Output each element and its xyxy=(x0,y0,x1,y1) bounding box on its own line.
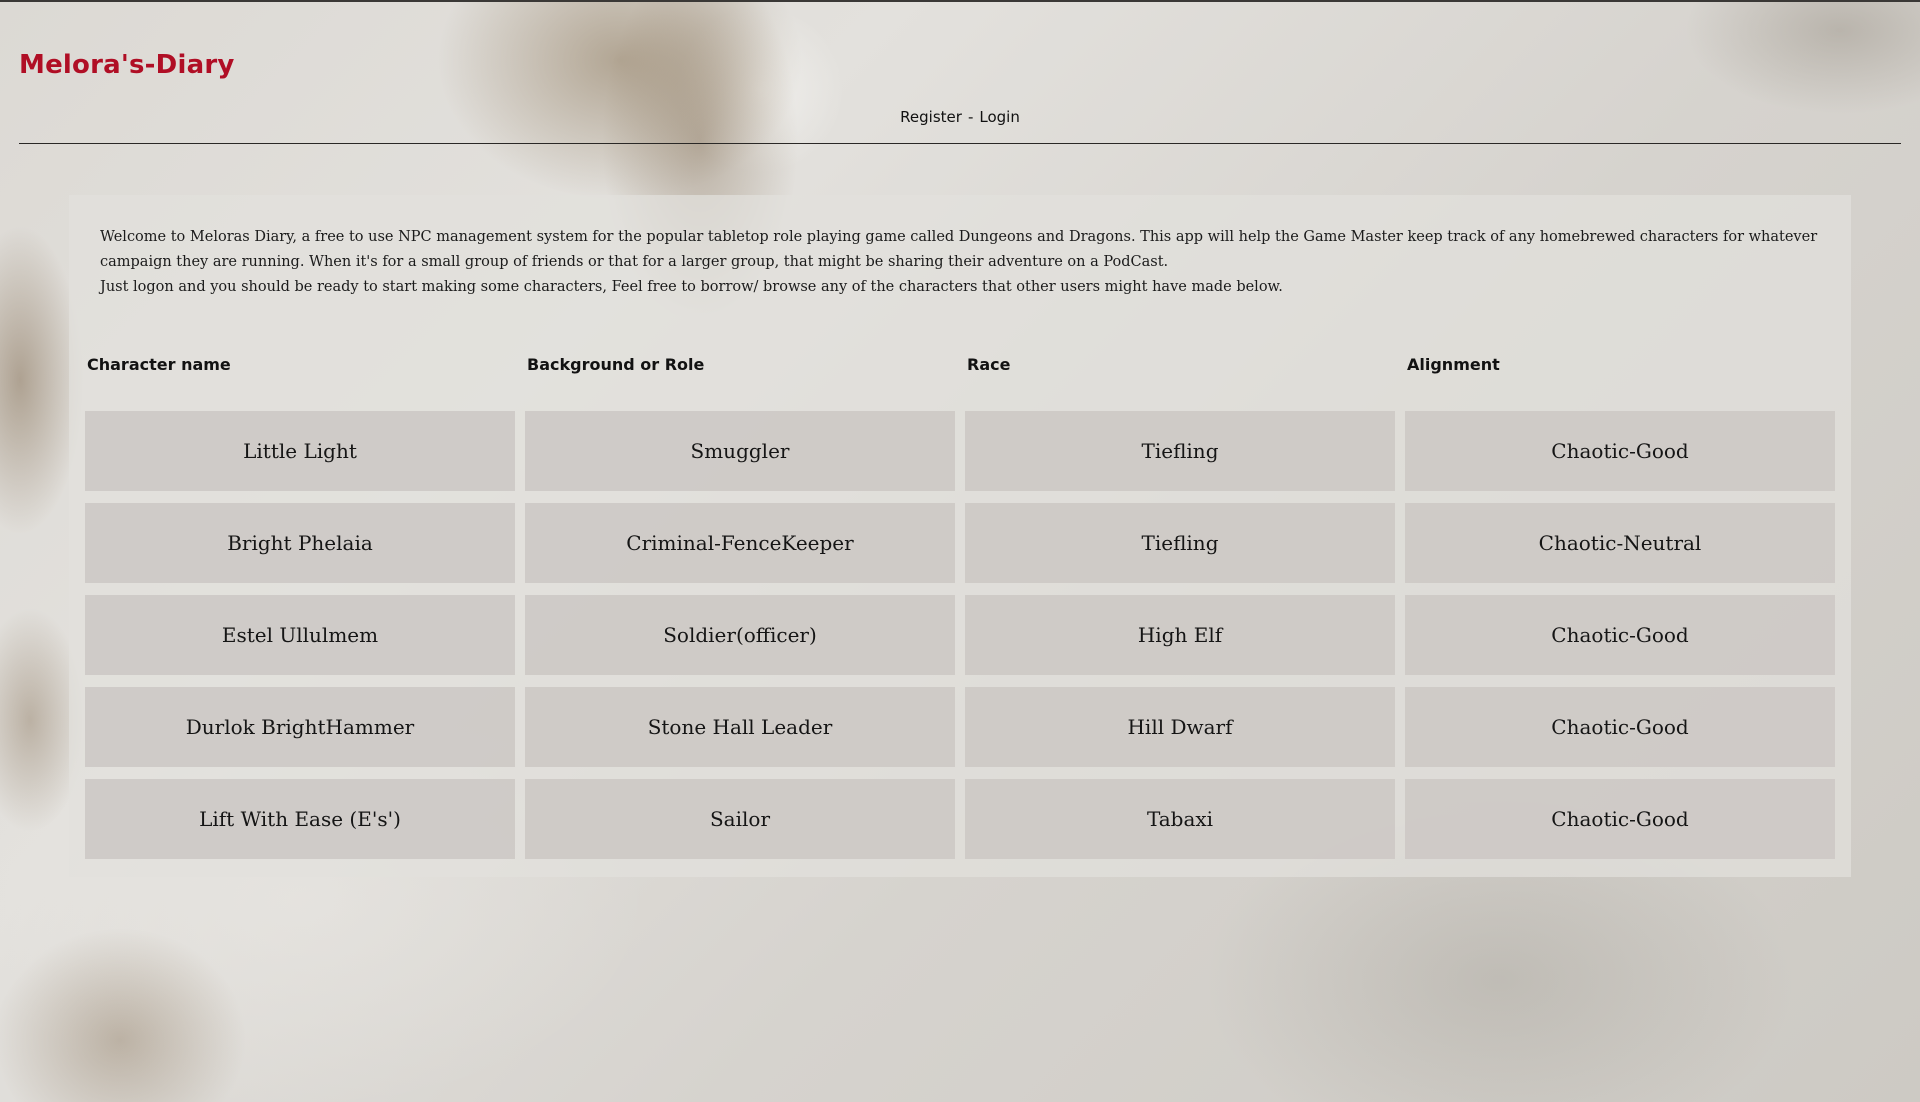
cell-character-name: Little Light xyxy=(85,411,515,491)
cell-character-name: Lift With Ease (E's') xyxy=(85,779,515,859)
header-background-role: Background or Role xyxy=(527,355,705,374)
table-row[interactable]: Little Light Smuggler Tiefling Chaotic-G… xyxy=(85,411,1837,491)
auth-separator: - xyxy=(967,108,974,126)
cell-alignment: Chaotic-Good xyxy=(1405,595,1835,675)
cell-character-name: Bright Phelaia xyxy=(85,503,515,583)
cell-race: High Elf xyxy=(965,595,1395,675)
table-row[interactable]: Bright Phelaia Criminal-FenceKeeper Tief… xyxy=(85,503,1837,583)
cell-alignment: Chaotic-Good xyxy=(1405,687,1835,767)
intro-paragraph-2: Just logon and you should be ready to st… xyxy=(100,279,1283,295)
cell-background-role: Smuggler xyxy=(525,411,955,491)
header-race: Race xyxy=(967,355,1011,374)
intro-text: Welcome to Meloras Diary, a free to use … xyxy=(100,225,1830,300)
table-row[interactable]: Lift With Ease (E's') Sailor Tabaxi Chao… xyxy=(85,779,1837,859)
page: { "brand": { "title": "Melora's-Diary" }… xyxy=(0,0,1920,1102)
header-alignment: Alignment xyxy=(1407,355,1500,374)
auth-nav: Register - Login xyxy=(0,108,1920,126)
cell-alignment: Chaotic-Good xyxy=(1405,411,1835,491)
character-table-header: Character name Background or Role Race A… xyxy=(87,355,1851,379)
cell-background-role: Sailor xyxy=(525,779,955,859)
content-panel: Welcome to Meloras Diary, a free to use … xyxy=(69,195,1851,877)
cell-race: Tiefling xyxy=(965,503,1395,583)
top-border xyxy=(0,0,1920,2)
table-row[interactable]: Durlok BrightHammer Stone Hall Leader Hi… xyxy=(85,687,1837,767)
cell-race: Hill Dwarf xyxy=(965,687,1395,767)
register-link[interactable]: Register xyxy=(900,108,962,126)
cell-background-role: Stone Hall Leader xyxy=(525,687,955,767)
cell-race: Tabaxi xyxy=(965,779,1395,859)
cell-race: Tiefling xyxy=(965,411,1395,491)
cell-background-role: Criminal-FenceKeeper xyxy=(525,503,955,583)
header-character-name: Character name xyxy=(87,355,231,374)
site-title[interactable]: Melora's-Diary xyxy=(19,50,235,80)
cell-character-name: Estel Ullulmem xyxy=(85,595,515,675)
table-row[interactable]: Estel Ullulmem Soldier(officer) High Elf… xyxy=(85,595,1837,675)
login-link[interactable]: Login xyxy=(979,108,1019,126)
cell-alignment: Chaotic-Good xyxy=(1405,779,1835,859)
intro-paragraph-1: Welcome to Meloras Diary, a free to use … xyxy=(100,229,1818,270)
cell-background-role: Soldier(officer) xyxy=(525,595,955,675)
cell-alignment: Chaotic-Neutral xyxy=(1405,503,1835,583)
cell-character-name: Durlok BrightHammer xyxy=(85,687,515,767)
header-divider xyxy=(19,143,1901,144)
